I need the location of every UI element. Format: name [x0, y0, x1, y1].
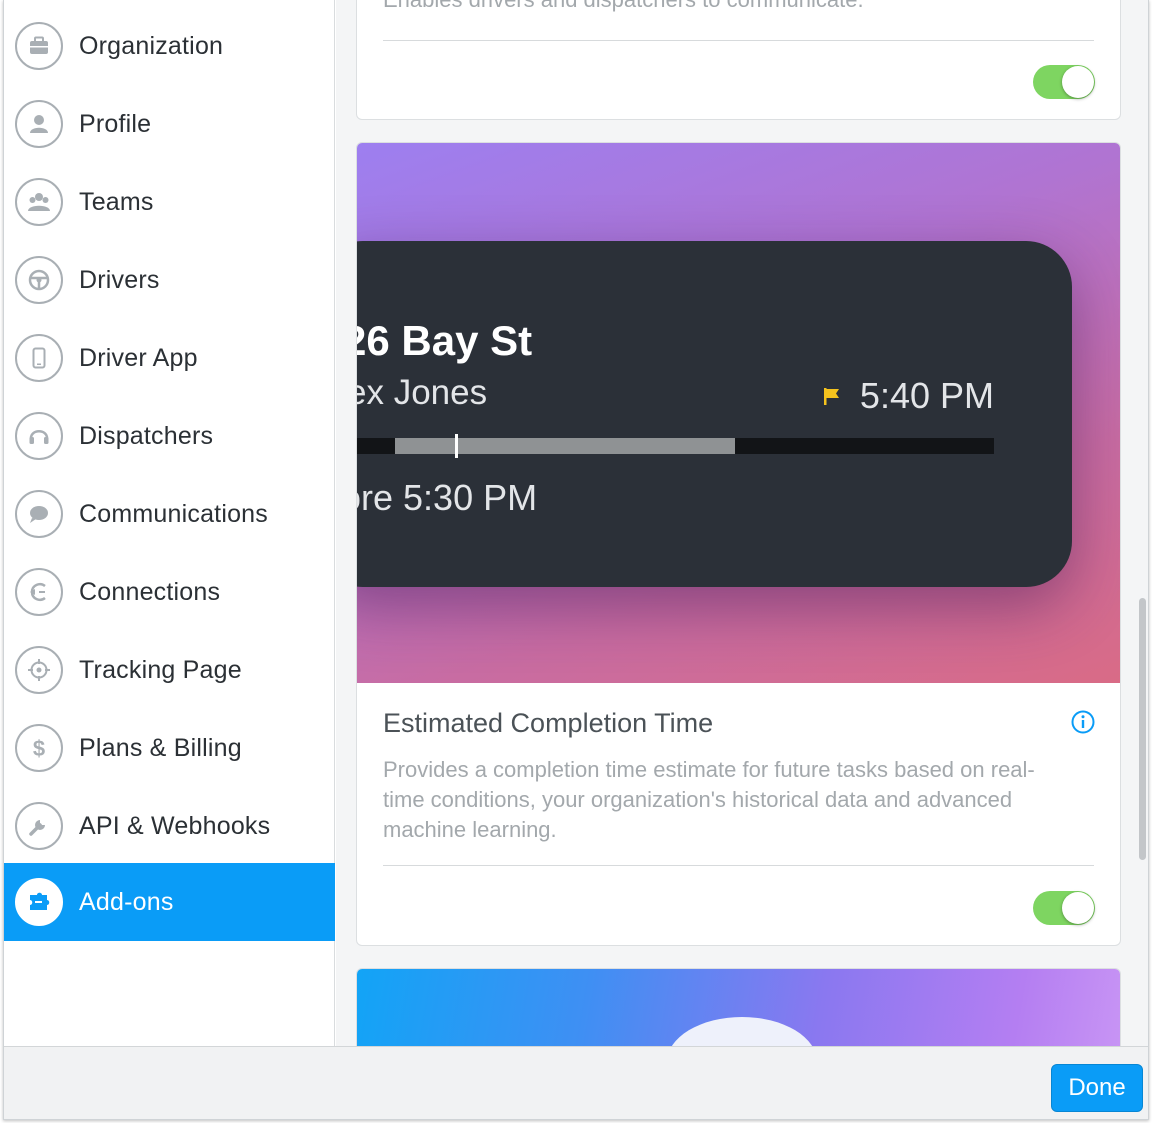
- settings-sidebar: Organization Profile Teams Drivers Drive: [4, 0, 335, 1046]
- phone-icon: [15, 334, 63, 382]
- addon-toggle[interactable]: [1033, 65, 1095, 99]
- sidebar-item-label: API & Webhooks: [79, 811, 271, 840]
- sidebar-item-label: Connections: [79, 577, 221, 606]
- dollar-icon: $: [15, 724, 63, 772]
- sidebar-item-communications[interactable]: Communications: [4, 475, 335, 553]
- sidebar-item-driver-app[interactable]: Driver App: [4, 319, 335, 397]
- person-icon: [15, 100, 63, 148]
- preview-before-time: fore 5:30 PM: [357, 477, 538, 518]
- steering-wheel-icon: [15, 256, 63, 304]
- addon-toggle[interactable]: [1033, 891, 1095, 925]
- sidebar-item-label: Teams: [79, 187, 154, 216]
- sidebar-item-label: Organization: [79, 31, 224, 60]
- flag-icon: [823, 388, 839, 405]
- toggle-knob: [1062, 66, 1094, 98]
- sidebar-item-organization[interactable]: Organization: [4, 7, 335, 85]
- preview-eta-time: 5:40 PM: [859, 375, 994, 416]
- card-divider: [383, 40, 1094, 41]
- preview-driver: ex Jones: [357, 373, 488, 412]
- preview-address: 26 Bay St: [357, 317, 533, 364]
- sidebar-item-label: Plans & Billing: [79, 733, 242, 762]
- sidebar-item-label: Communications: [79, 499, 268, 528]
- wrench-icon: [15, 802, 63, 850]
- sidebar-item-profile[interactable]: Profile: [4, 85, 335, 163]
- preview-progress-fill: [395, 438, 735, 454]
- svg-text:$: $: [33, 736, 45, 761]
- crosshair-icon: [15, 646, 63, 694]
- sidebar-item-label: Add-ons: [79, 887, 174, 916]
- task-preview-card: 26 Bay St ex Jones 5:40 PM fore 5:30 PM: [357, 241, 1072, 587]
- chat-bubble-icon: [15, 490, 63, 538]
- addon-card-estimated-completion-time: 26 Bay St ex Jones 5:40 PM fore 5:30 PM …: [356, 142, 1121, 946]
- preview-eta: 5:40 PM: [822, 375, 994, 417]
- addon-card-communications: Enables drivers and dispatchers to commu…: [356, 0, 1121, 120]
- sidebar-item-label: Driver App: [79, 343, 198, 372]
- sidebar-item-dispatchers[interactable]: Dispatchers: [4, 397, 335, 475]
- sidebar-item-teams[interactable]: Teams: [4, 163, 335, 241]
- addon-description: Enables drivers and dispatchers to commu…: [383, 0, 864, 13]
- sidebar-item-plans-billing[interactable]: $ Plans & Billing: [4, 709, 335, 787]
- sidebar-item-connections[interactable]: Connections: [4, 553, 335, 631]
- addon-hero-image: 26 Bay St ex Jones 5:40 PM fore 5:30 PM: [357, 143, 1120, 683]
- sidebar-item-label: Tracking Page: [79, 655, 242, 684]
- toggle-knob: [1062, 892, 1094, 924]
- sidebar-item-label: Profile: [79, 109, 152, 138]
- done-button[interactable]: Done: [1051, 1064, 1143, 1112]
- addon-card-next: [356, 968, 1121, 1046]
- sidebar-item-api-webhooks[interactable]: API & Webhooks: [4, 787, 335, 865]
- headset-icon: [15, 412, 63, 460]
- addons-panel: Enables drivers and dispatchers to commu…: [336, 0, 1148, 1046]
- info-icon[interactable]: [1070, 709, 1096, 735]
- card-divider: [383, 865, 1094, 866]
- addon-description: Provides a completion time estimate for …: [383, 757, 1035, 842]
- preview-progress-marker: [455, 434, 458, 458]
- sidebar-item-tracking-page[interactable]: Tracking Page: [4, 631, 335, 709]
- team-icon: [15, 178, 63, 226]
- sidebar-item-label: Dispatchers: [79, 421, 214, 450]
- sidebar-item-drivers[interactable]: Drivers: [4, 241, 335, 319]
- addon-title: Estimated Completion Time: [383, 708, 714, 738]
- sidebar-item-add-ons[interactable]: Add-ons: [4, 863, 335, 941]
- puzzle-icon: [15, 878, 63, 926]
- scrollbar-thumb[interactable]: [1139, 598, 1146, 860]
- connections-icon: [15, 568, 63, 616]
- sidebar-item-label: Drivers: [79, 265, 160, 294]
- settings-window: Organization Profile Teams Drivers Drive: [3, 0, 1149, 1120]
- briefcase-icon: [15, 22, 63, 70]
- footer-bar: Done: [4, 1046, 1148, 1119]
